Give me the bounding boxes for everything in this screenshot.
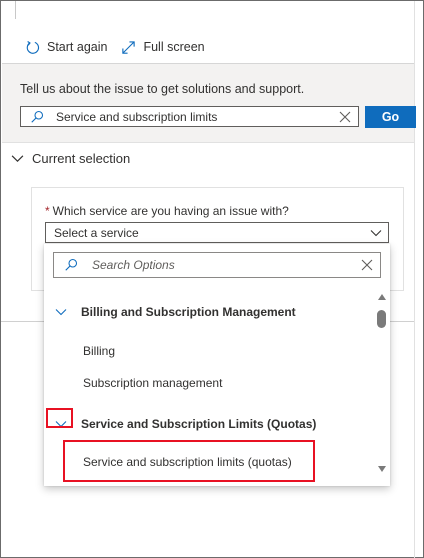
divider <box>1 321 45 322</box>
search-icon <box>65 258 78 271</box>
divider <box>15 1 16 19</box>
option-search-placeholder: Search Options <box>92 258 175 272</box>
service-select[interactable]: Select a service <box>45 222 389 243</box>
highlight-box <box>46 408 73 428</box>
group-billing-subscription[interactable]: Billing and Subscription Management <box>44 300 374 324</box>
full-screen-label: Full screen <box>143 40 205 54</box>
chevron-down-icon <box>11 155 24 163</box>
service-dropdown: Search Options Billing and Subscription … <box>44 244 390 486</box>
divider <box>414 1 415 558</box>
current-selection-heading: Current selection <box>32 151 131 166</box>
dropdown-scrollbar[interactable] <box>374 290 390 478</box>
chevron-down-icon <box>55 309 67 316</box>
service-field-label: * Which service are you having an issue w… <box>45 204 289 218</box>
divider <box>390 321 414 322</box>
scroll-up-arrow-icon[interactable] <box>378 294 386 300</box>
option-label: Billing <box>83 344 116 358</box>
full-screen-button[interactable]: Full screen <box>121 40 205 55</box>
search-panel: Tell us about the issue to get solutions… <box>2 63 416 143</box>
support-window: Start again Full screen Tell us about th… <box>0 0 424 558</box>
current-selection-toggle[interactable]: Current selection <box>11 151 130 166</box>
group-label: Service and Subscription Limits (Quotas) <box>81 417 317 431</box>
close-icon[interactable] <box>361 259 373 271</box>
group-service-limits[interactable]: Service and Subscription Limits (Quotas) <box>44 412 374 436</box>
required-marker: * <box>45 204 50 218</box>
scroll-thumb[interactable] <box>377 310 386 328</box>
service-field-text: Which service are you having an issue wi… <box>52 204 289 218</box>
service-select-value: Select a service <box>54 225 139 240</box>
start-again-button[interactable]: Start again <box>25 40 107 55</box>
highlight-box <box>63 440 315 482</box>
search-prompt: Tell us about the issue to get solutions… <box>20 82 305 96</box>
scroll-down-arrow-icon[interactable] <box>378 466 386 472</box>
option-label: Subscription management <box>83 376 223 390</box>
group-label: Billing and Subscription Management <box>81 305 296 319</box>
refresh-icon <box>26 40 40 54</box>
option-billing[interactable]: Billing <box>44 340 374 362</box>
search-icon <box>31 110 44 123</box>
chevron-down-icon <box>370 229 382 236</box>
option-search-input[interactable]: Search Options <box>53 252 381 278</box>
issue-search-input[interactable]: Service and subscription limits <box>20 106 359 127</box>
toolbar: Start again Full screen <box>25 37 219 57</box>
search-query: Service and subscription limits <box>56 109 218 124</box>
close-icon[interactable] <box>339 111 351 123</box>
expand-icon <box>122 40 136 54</box>
option-subscription-management[interactable]: Subscription management <box>44 372 374 394</box>
start-again-label: Start again <box>47 40 108 54</box>
go-button[interactable]: Go <box>365 106 416 128</box>
